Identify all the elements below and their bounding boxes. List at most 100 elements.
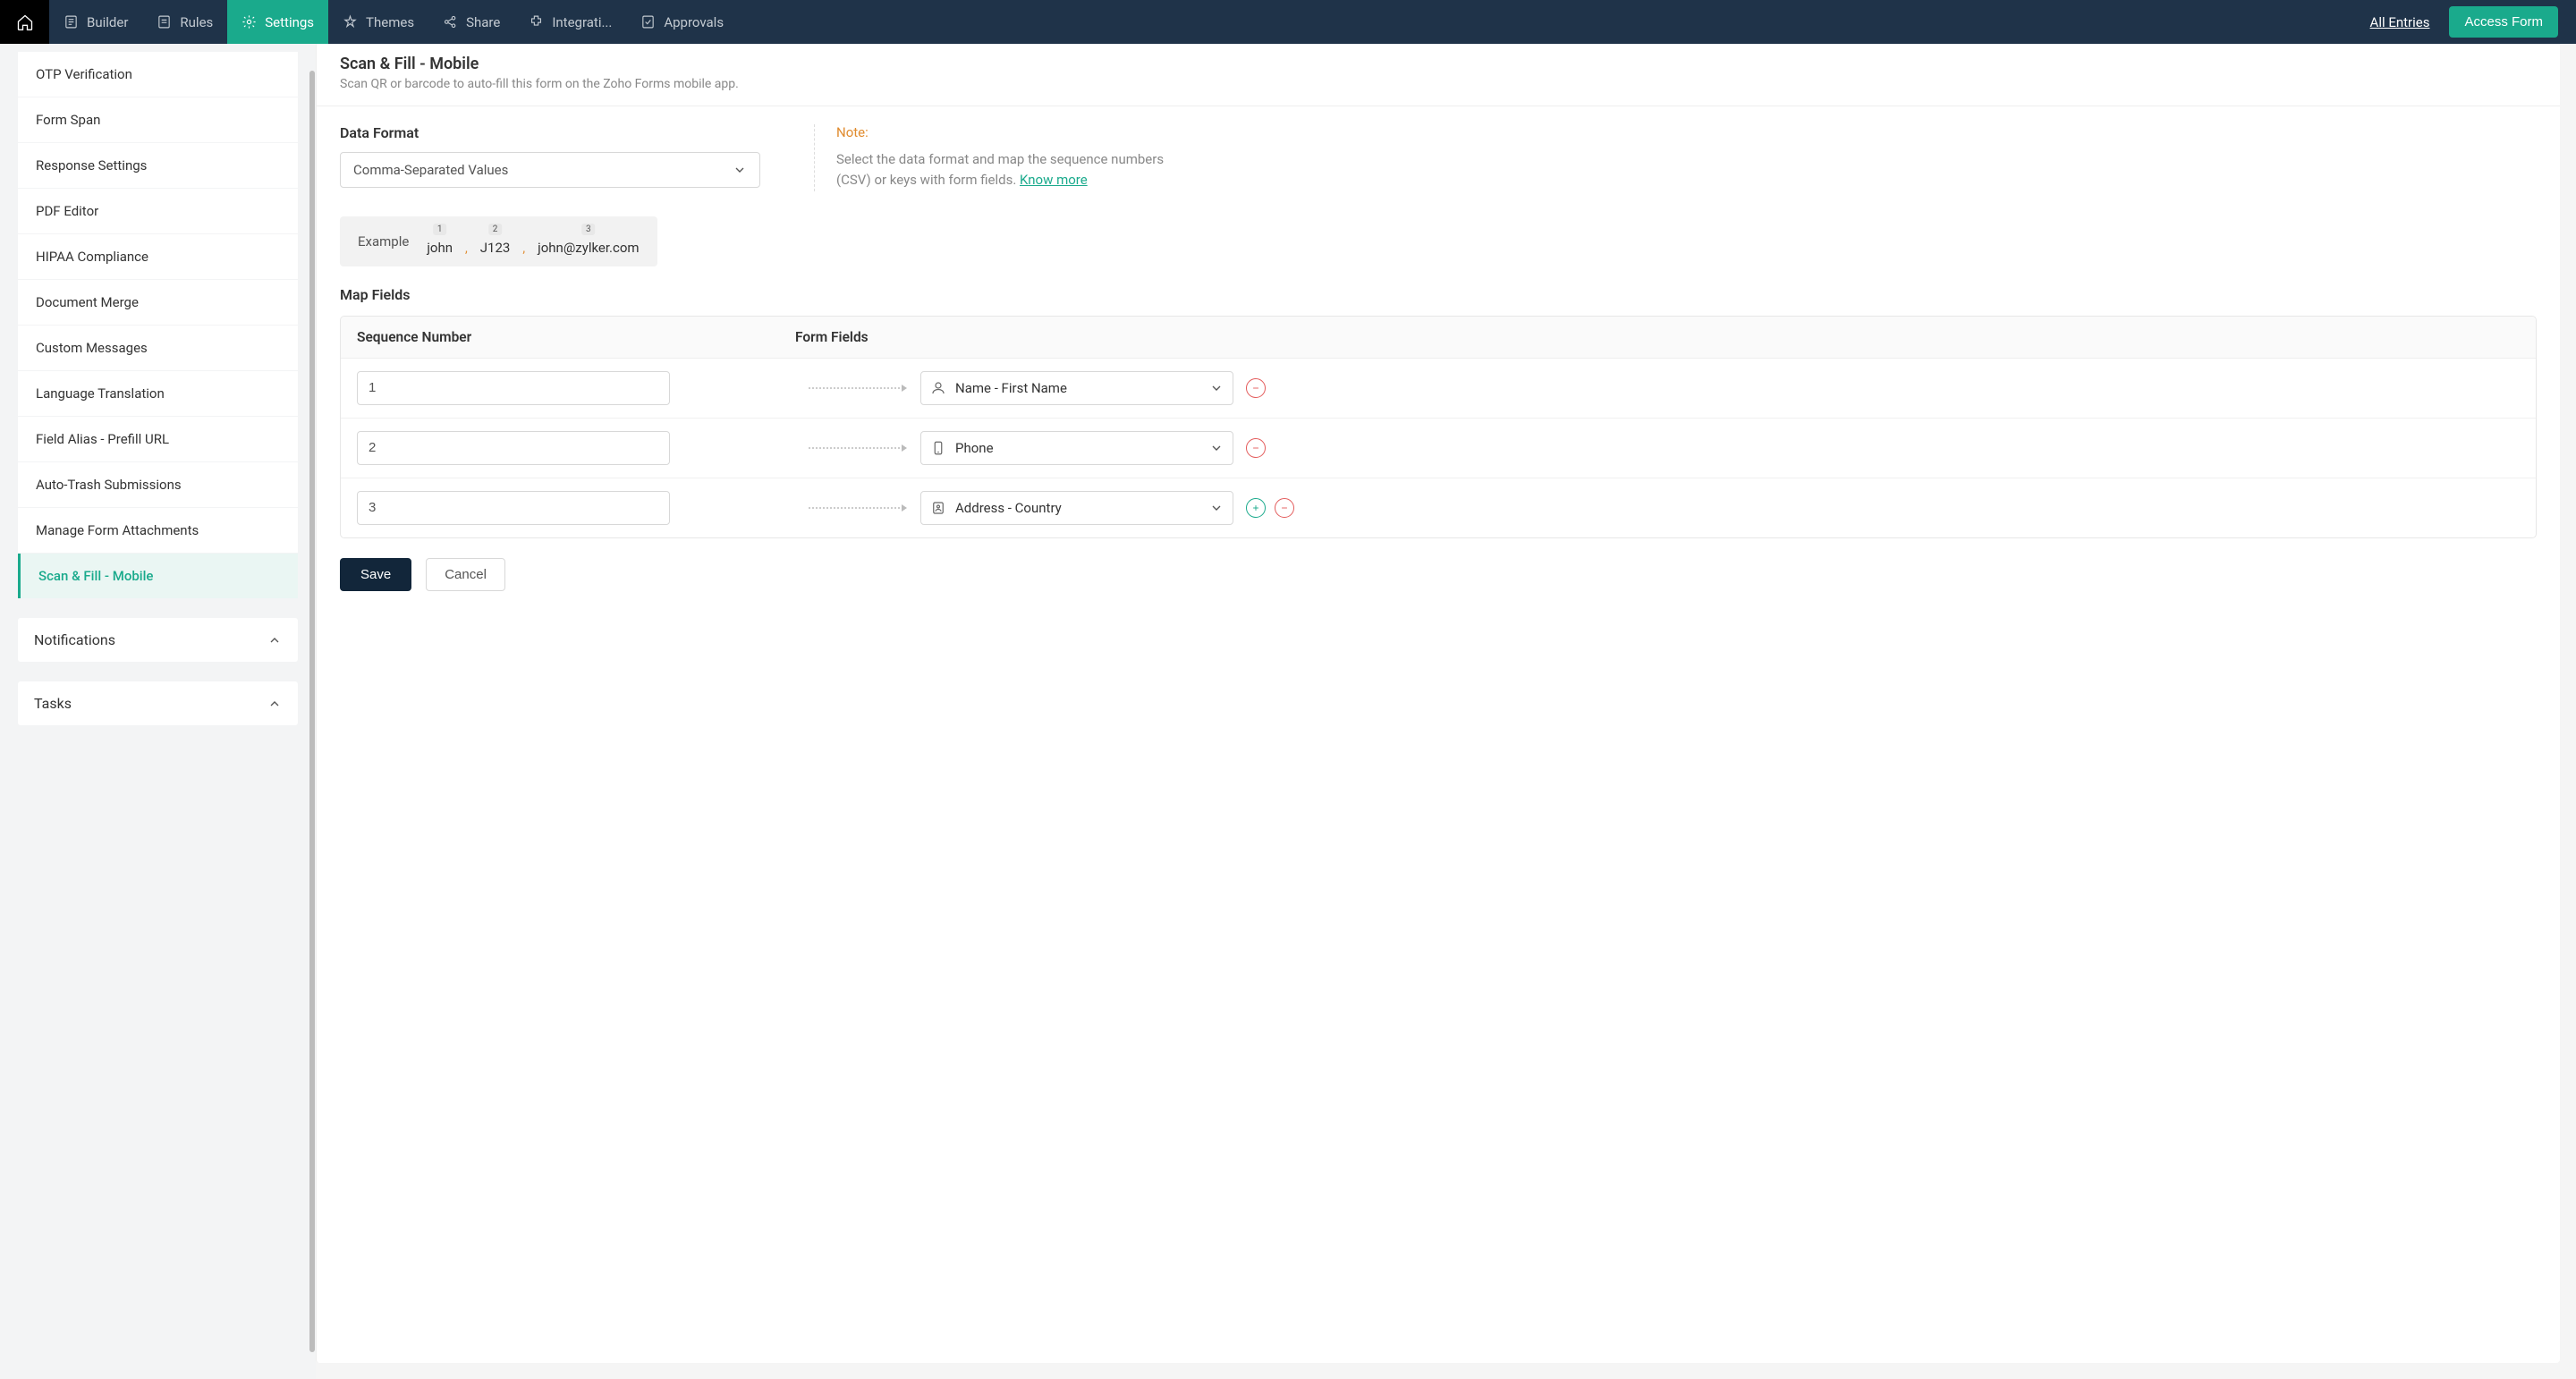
arrow-icon bbox=[809, 444, 907, 453]
tab-integrations[interactable]: Integrati... bbox=[514, 0, 626, 44]
tab-share[interactable]: Share bbox=[428, 0, 514, 44]
example-index: 3 bbox=[581, 224, 596, 235]
sidebar-item-label: PDF Editor bbox=[36, 203, 98, 219]
map-fields-label: Map Fields bbox=[340, 286, 2537, 303]
sequence-input[interactable] bbox=[357, 431, 670, 465]
nav-right: All Entries Access Form bbox=[2370, 0, 2576, 44]
data-format-select[interactable]: Comma-Separated Values bbox=[340, 152, 760, 188]
rules-icon bbox=[157, 14, 172, 30]
section-label: Notifications bbox=[34, 631, 115, 648]
sidebar-item-attachments[interactable]: Manage Form Attachments bbox=[18, 508, 298, 553]
remove-row-button[interactable] bbox=[1275, 498, 1294, 518]
know-more-link[interactable]: Know more bbox=[1020, 172, 1088, 188]
remove-row-button[interactable] bbox=[1246, 378, 1266, 398]
tab-label: Rules bbox=[180, 14, 213, 30]
sidebar-item-label: Response Settings bbox=[36, 157, 147, 173]
tab-approvals[interactable]: Approvals bbox=[626, 0, 738, 44]
sidebar-item-lang[interactable]: Language Translation bbox=[18, 371, 298, 416]
integrations-icon bbox=[529, 14, 544, 30]
sidebar-item-hipaa[interactable]: HIPAA Compliance bbox=[18, 234, 298, 279]
example-item: 2 J123 bbox=[480, 227, 511, 256]
sidebar-item-doc-merge[interactable]: Document Merge bbox=[18, 280, 298, 325]
tab-label: Settings bbox=[265, 14, 314, 30]
sidebar-item-label: Field Alias - Prefill URL bbox=[36, 431, 169, 447]
arrow-icon bbox=[809, 503, 907, 512]
chevron-down-icon bbox=[1209, 441, 1224, 455]
home-icon bbox=[16, 13, 34, 31]
field-value: Phone bbox=[955, 440, 1200, 456]
sidebar-item-label: Auto-Trash Submissions bbox=[36, 477, 182, 493]
comma-separator: , bbox=[465, 241, 468, 256]
remove-row-button[interactable] bbox=[1246, 438, 1266, 458]
tab-label: Builder bbox=[87, 14, 128, 30]
map-fields-table: Sequence Number Form Fields Name - First… bbox=[340, 316, 2537, 538]
example-item: 3 john@zylker.com bbox=[538, 227, 639, 256]
phone-icon bbox=[930, 440, 946, 456]
all-entries-link[interactable]: All Entries bbox=[2370, 14, 2430, 30]
comma-separator: , bbox=[522, 241, 525, 256]
minus-icon bbox=[1280, 503, 1289, 512]
map-row: Name - First Name bbox=[341, 359, 2536, 419]
arrow-icon bbox=[809, 384, 907, 393]
sidebar-scrollbar[interactable] bbox=[309, 44, 316, 1379]
sidebar-item-label: HIPAA Compliance bbox=[36, 249, 148, 265]
example-box: Example 1 john , 2 J123 , 3 john@zylker.… bbox=[340, 216, 657, 266]
sidebar-item-autotrash[interactable]: Auto-Trash Submissions bbox=[18, 462, 298, 507]
example-value: J123 bbox=[480, 240, 511, 256]
form-field-select[interactable]: Name - First Name bbox=[920, 371, 1233, 405]
sidebar-item-otp[interactable]: OTP Verification bbox=[18, 52, 298, 97]
field-value: Address - Country bbox=[955, 500, 1200, 516]
note-block: Note: Select the data format and map the… bbox=[814, 124, 1172, 191]
top-nav: Builder Rules Settings Themes Share Inte… bbox=[0, 0, 2576, 44]
chevron-down-icon bbox=[1209, 501, 1224, 515]
sidebar-item-alias[interactable]: Field Alias - Prefill URL bbox=[18, 417, 298, 461]
tab-label: Integrati... bbox=[552, 14, 612, 30]
form-field-select[interactable]: Phone bbox=[920, 431, 1233, 465]
tab-rules[interactable]: Rules bbox=[142, 0, 227, 44]
home-button[interactable] bbox=[0, 0, 49, 44]
example-index: 2 bbox=[488, 224, 503, 235]
sidebar-section-tasks[interactable]: Tasks bbox=[18, 681, 298, 725]
chevron-down-icon bbox=[1209, 381, 1224, 395]
tab-themes[interactable]: Themes bbox=[328, 0, 428, 44]
save-button[interactable]: Save bbox=[340, 558, 411, 591]
sidebar-item-label: Form Span bbox=[36, 112, 100, 128]
section-label: Tasks bbox=[34, 695, 72, 712]
access-form-button[interactable]: Access Form bbox=[2449, 6, 2558, 38]
sidebar-item-label: Custom Messages bbox=[36, 340, 148, 356]
sidebar-item-scan-fill[interactable]: Scan & Fill - Mobile bbox=[18, 554, 298, 598]
approvals-icon bbox=[640, 14, 656, 30]
plus-icon bbox=[1251, 503, 1260, 512]
chevron-up-icon bbox=[267, 633, 282, 647]
tab-settings[interactable]: Settings bbox=[227, 0, 328, 44]
fields-header: Form Fields bbox=[795, 329, 2520, 345]
sidebar-item-label: Document Merge bbox=[36, 294, 139, 310]
tab-label: Approvals bbox=[664, 14, 724, 30]
share-icon bbox=[443, 14, 458, 30]
sequence-input[interactable] bbox=[357, 491, 670, 525]
form-field-select[interactable]: Address - Country bbox=[920, 491, 1233, 525]
chevron-up-icon bbox=[267, 697, 282, 711]
sequence-input[interactable] bbox=[357, 371, 670, 405]
add-row-button[interactable] bbox=[1246, 498, 1266, 518]
sidebar-item-label: OTP Verification bbox=[36, 66, 132, 82]
settings-sidebar: OTP Verification Form Span Response Sett… bbox=[0, 44, 316, 1379]
sidebar-section-notifications[interactable]: Notifications bbox=[18, 618, 298, 662]
themes-icon bbox=[343, 14, 358, 30]
sidebar-item-response[interactable]: Response Settings bbox=[18, 143, 298, 188]
map-row: Phone bbox=[341, 419, 2536, 478]
minus-icon bbox=[1251, 444, 1260, 453]
address-icon bbox=[930, 500, 946, 516]
sidebar-item-custom-msg[interactable]: Custom Messages bbox=[18, 326, 298, 370]
sidebar-item-form-span[interactable]: Form Span bbox=[18, 97, 298, 142]
sidebar-item-label: Language Translation bbox=[36, 385, 165, 402]
example-index: 1 bbox=[433, 224, 447, 235]
note-text: Select the data format and map the seque… bbox=[836, 149, 1172, 191]
tab-builder[interactable]: Builder bbox=[49, 0, 142, 44]
map-row: Address - Country bbox=[341, 478, 2536, 537]
sidebar-item-label: Manage Form Attachments bbox=[36, 522, 199, 538]
cancel-button[interactable]: Cancel bbox=[426, 558, 505, 591]
nav-tabs: Builder Rules Settings Themes Share Inte… bbox=[49, 0, 738, 44]
sidebar-item-pdf[interactable]: PDF Editor bbox=[18, 189, 298, 233]
seq-header: Sequence Number bbox=[357, 329, 795, 345]
